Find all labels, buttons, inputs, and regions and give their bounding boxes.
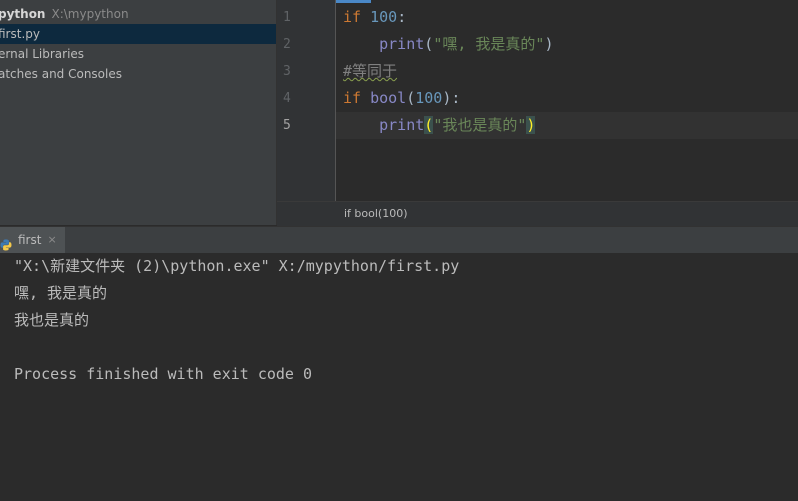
code-token: "我也是真的" — [433, 116, 527, 134]
console-line: "X:\新建文件夹 (2)\python.exe" X:/mypython/fi… — [14, 257, 460, 275]
console-line: 嘿, 我是真的 — [14, 284, 108, 302]
code-token: if — [343, 8, 371, 26]
project-root-name: python — [0, 7, 46, 21]
code-token: ): — [442, 89, 461, 107]
tree-item-label: first.py — [0, 27, 40, 41]
line-number: 2 — [283, 37, 291, 52]
tree-item-label: atches and Consoles — [0, 67, 122, 81]
line-number: 3 — [283, 64, 291, 79]
code-token: 100 — [415, 89, 443, 107]
run-tab-first[interactable]: first × — [0, 227, 65, 253]
line-number: 5 — [283, 118, 291, 133]
code-token: bool — [370, 89, 407, 107]
code-line[interactable]: if bool(100): — [343, 85, 460, 112]
code-line[interactable]: #等同于 — [343, 58, 397, 85]
tree-item-label: ernal Libraries — [0, 47, 85, 61]
code-token: "嘿, 我是真的" — [433, 35, 545, 53]
code-token: print — [379, 116, 425, 134]
code-token: print — [379, 35, 425, 53]
project-panel: python X:\mypython first.py ernal Librari… — [0, 0, 277, 225]
line-number: 4 — [283, 91, 291, 106]
tree-item-scratches[interactable]: atches and Consoles — [0, 64, 276, 84]
console-line: 我也是真的 — [14, 311, 90, 329]
code-token: ( — [424, 116, 434, 134]
close-icon[interactable]: × — [47, 227, 56, 253]
run-console[interactable]: "X:\新建文件夹 (2)\python.exe" X:/mypython/fi… — [0, 253, 798, 501]
code-token: : — [397, 8, 407, 26]
tree-item-first-py[interactable]: first.py — [0, 24, 276, 44]
code-line[interactable]: print("嘿, 我是真的") — [343, 31, 553, 58]
code-token: #等同于 — [343, 62, 398, 80]
python-icon — [0, 234, 12, 251]
code-token: ( — [406, 89, 416, 107]
breadcrumb[interactable]: if bool(100) — [344, 202, 408, 226]
code-token: ) — [544, 35, 554, 53]
code-token: ( — [424, 35, 434, 53]
code-token: 100 — [370, 8, 398, 26]
code-token: if — [343, 89, 371, 107]
code-editor[interactable]: 12345 if 100: print("嘿, 我是真的") #等同于 if boo… — [277, 0, 798, 201]
code-line[interactable]: if 100: — [343, 4, 406, 31]
code-line[interactable]: print("我也是真的") — [343, 112, 536, 139]
breadcrumb-bar: if bool(100) — [277, 201, 798, 226]
project-root-node[interactable]: python X:\mypython — [0, 4, 274, 24]
run-tab-label: first — [18, 233, 42, 247]
tree-item-external-libraries[interactable]: ernal Libraries — [0, 44, 276, 64]
project-root-path: X:\mypython — [51, 7, 129, 21]
code-token: ) — [526, 116, 536, 134]
line-number: 1 — [283, 10, 291, 25]
run-tool-window-header: first × — [0, 226, 798, 254]
console-line: Process finished with exit code 0 — [14, 365, 313, 383]
